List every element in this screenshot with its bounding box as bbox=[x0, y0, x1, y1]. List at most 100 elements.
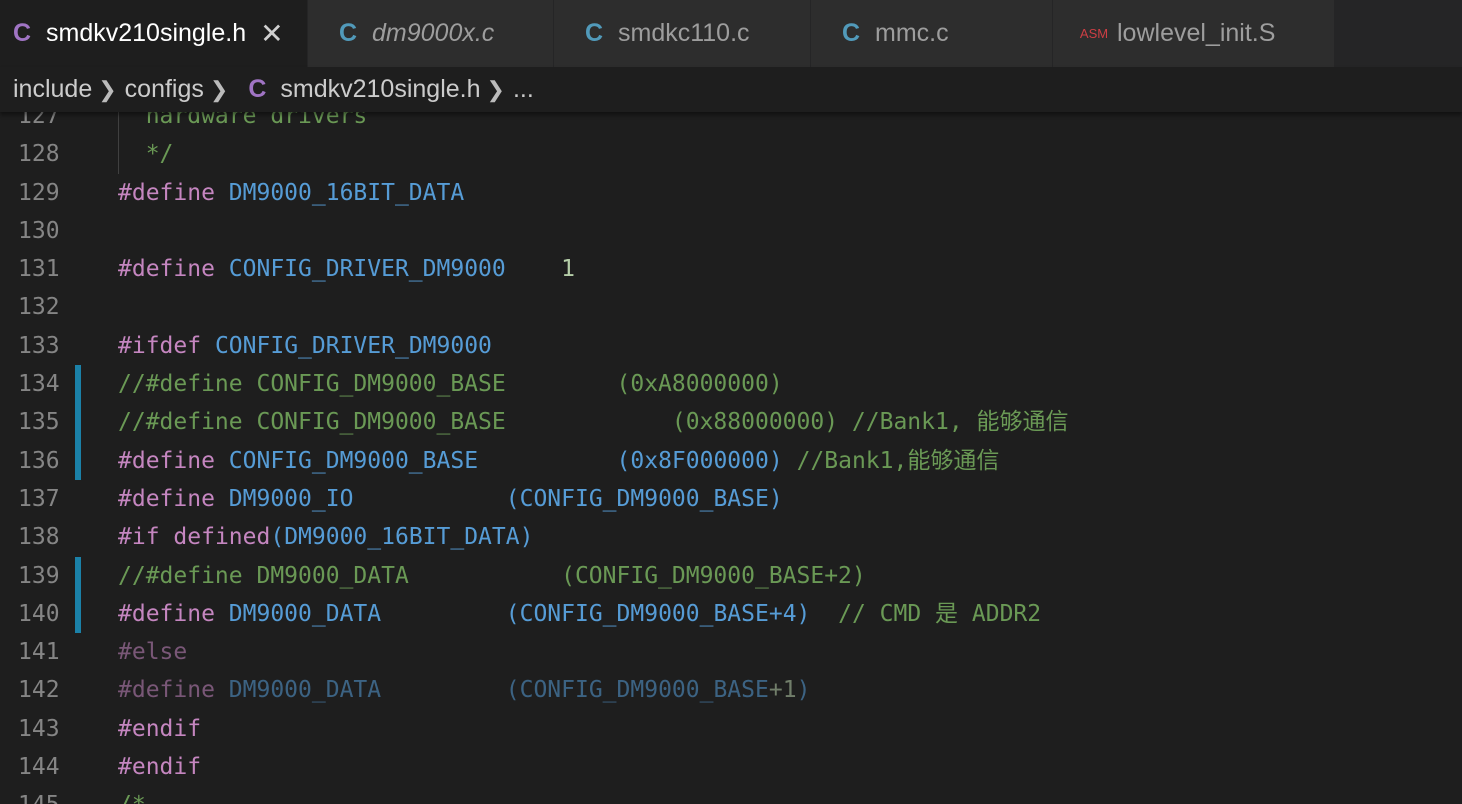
line-content: #define CONFIG_DRIVER_DM9000 1 bbox=[118, 250, 575, 288]
code-token: //Bank1,能够通信 bbox=[796, 447, 1000, 474]
code-line[interactable]: 140 #define DM9000_DATA (CONFIG_DM9000_BA… bbox=[0, 594, 1462, 634]
c-file-icon: C bbox=[584, 19, 604, 47]
code-line[interactable]: 129 #define DM9000_16BIT_DATA bbox=[0, 174, 1462, 212]
chevron-right-icon: ❯ bbox=[209, 76, 229, 102]
breadcrumb-item-symbols[interactable]: ... bbox=[513, 75, 534, 104]
code-line[interactable]: 134 //#define CONFIG_DM9000_BASE (0xA8000… bbox=[0, 365, 1462, 404]
asm-file-icon: ASM bbox=[1079, 26, 1109, 41]
line-number[interactable]: 128 bbox=[18, 135, 78, 173]
code-line[interactable]: 135 //#define CONFIG_DM9000_BASE (0x88000… bbox=[0, 403, 1462, 442]
editor-tab-bar: C smdkv210single.h ✕ C dm9000x.c C smdkc… bbox=[0, 0, 1462, 67]
code-token: DM9000_16BIT_DATA bbox=[228, 179, 465, 206]
line-number[interactable]: 129 bbox=[18, 174, 78, 212]
code-line[interactable]: 131 #define CONFIG_DRIVER_DM9000 1 bbox=[0, 250, 1462, 288]
line-number[interactable]: 137 bbox=[18, 480, 78, 518]
code-token: #ifdef bbox=[118, 332, 202, 359]
line-content: #define DM9000_IO (CONFIG_DM9000_BASE) bbox=[118, 480, 783, 518]
breadcrumb-item-file[interactable]: smdkv210single.h bbox=[280, 75, 480, 104]
code-editor[interactable]: 127 hardware drivers 128 */129 #define DM9… bbox=[0, 112, 1462, 804]
line-content: */ bbox=[118, 135, 174, 173]
modified-line-indicator[interactable] bbox=[75, 556, 81, 595]
code-token: defined bbox=[173, 524, 271, 551]
tab-dm9000x-c[interactable]: C dm9000x.c bbox=[308, 0, 554, 67]
line-number[interactable]: 145 bbox=[18, 786, 78, 804]
modified-line-indicator[interactable] bbox=[75, 365, 81, 404]
code-token: 1 bbox=[561, 256, 575, 283]
code-token: #else bbox=[118, 639, 188, 666]
line-number[interactable]: 134 bbox=[18, 365, 78, 403]
code-token: #if bbox=[118, 524, 160, 551]
code-token: ) bbox=[796, 677, 811, 704]
breadcrumb-item-configs[interactable]: configs bbox=[125, 75, 204, 104]
tab-mmc-c[interactable]: C mmc.c bbox=[811, 0, 1053, 67]
line-number[interactable]: 139 bbox=[18, 557, 78, 595]
line-number[interactable]: 130 bbox=[18, 212, 78, 250]
code-token: (CONFIG_DM9000_BASE+4) bbox=[505, 600, 811, 627]
line-content: hardware drivers bbox=[118, 112, 368, 135]
code-line[interactable]: 144 #endif bbox=[0, 748, 1462, 786]
tab-lowlevel-init-s[interactable]: ASM lowlevel_init.S bbox=[1053, 0, 1335, 67]
code-line[interactable]: 132 bbox=[0, 288, 1462, 326]
code-token: (DM9000_16BIT_DATA) bbox=[270, 524, 534, 551]
breadcrumb-item-include[interactable]: include bbox=[13, 75, 92, 104]
line-number[interactable]: 141 bbox=[18, 633, 78, 671]
tab-smdkv210single-h[interactable]: C smdkv210single.h ✕ bbox=[0, 0, 308, 67]
code-line[interactable]: 141 #else bbox=[0, 633, 1462, 671]
line-content: #define CONFIG_DM9000_BASE (0x8F000000) … bbox=[118, 442, 999, 480]
code-token: DM9000_IO bbox=[228, 485, 354, 512]
code-token: #define bbox=[118, 485, 215, 512]
tab-label: lowlevel_init.S bbox=[1117, 19, 1276, 47]
tab-smdkc110-c[interactable]: C smdkc110.c bbox=[554, 0, 811, 67]
code-line[interactable]: 133 #ifdef CONFIG_DRIVER_DM9000 bbox=[0, 327, 1462, 365]
code-token: //#define DM9000_DATA (CONFIG_DM9000_BAS… bbox=[118, 562, 866, 589]
code-token: CONFIG_DRIVER_DM9000 bbox=[228, 256, 506, 283]
modified-line-indicator[interactable] bbox=[75, 441, 81, 480]
line-number[interactable]: 132 bbox=[18, 288, 78, 326]
code-token: DM9000_DATA bbox=[228, 677, 382, 704]
code-line[interactable]: 139 //#define DM9000_DATA (CONFIG_DM9000_… bbox=[0, 556, 1462, 595]
close-icon[interactable]: ✕ bbox=[260, 17, 283, 50]
code-token: #define bbox=[118, 677, 215, 704]
line-number[interactable]: 142 bbox=[18, 671, 78, 709]
modified-line-indicator[interactable] bbox=[75, 403, 81, 442]
code-line[interactable]: 138 #if defined(DM9000_16BIT_DATA) bbox=[0, 518, 1462, 556]
line-content: #ifdef CONFIG_DRIVER_DM9000 bbox=[118, 327, 492, 365]
modified-line-indicator[interactable] bbox=[75, 594, 81, 634]
line-number[interactable]: 138 bbox=[18, 518, 78, 556]
code-line[interactable]: 128 */ bbox=[0, 135, 1462, 174]
line-number[interactable]: 140 bbox=[18, 595, 78, 633]
code-line[interactable]: 142 #define DM9000_DATA (CONFIG_DM9000_BA… bbox=[0, 671, 1462, 709]
code-token: #define bbox=[118, 256, 215, 283]
code-line[interactable]: 143 #endif bbox=[0, 710, 1462, 748]
chevron-right-icon: ❯ bbox=[486, 76, 505, 102]
code-line[interactable]: 130 bbox=[0, 212, 1462, 250]
tab-label: dm9000x.c bbox=[372, 19, 495, 47]
code-token: //#define CONFIG_DM9000_BASE (0xA8000000… bbox=[118, 371, 783, 398]
code-line[interactable]: 127 hardware drivers bbox=[0, 112, 1462, 136]
line-number[interactable]: 143 bbox=[18, 710, 78, 748]
line-number[interactable]: 136 bbox=[18, 442, 78, 480]
line-number[interactable]: 131 bbox=[18, 250, 78, 288]
line-number[interactable]: 144 bbox=[18, 748, 78, 786]
code-token: //#define CONFIG_DM9000_BASE (0x88000000… bbox=[118, 409, 1069, 436]
code-line[interactable]: 136 #define CONFIG_DM9000_BASE (0x8F00000… bbox=[0, 441, 1462, 480]
line-content: /* bbox=[118, 786, 146, 804]
line-content: #if defined(DM9000_16BIT_DATA) bbox=[118, 518, 533, 556]
code-line[interactable]: 137 #define DM9000_IO (CONFIG_DM9000_BASE… bbox=[0, 480, 1462, 518]
line-number[interactable]: 133 bbox=[18, 327, 78, 365]
line-content: #define DM9000_DATA (CONFIG_DM9000_BASE+… bbox=[118, 671, 810, 709]
line-number[interactable]: 127 bbox=[18, 112, 78, 135]
code-token: (0x8F000000) bbox=[616, 447, 783, 474]
line-number[interactable]: 135 bbox=[18, 403, 78, 441]
code-line[interactable]: 145 /* bbox=[0, 786, 1462, 804]
line-content: #endif bbox=[118, 748, 201, 786]
code-token: #define bbox=[118, 447, 215, 474]
